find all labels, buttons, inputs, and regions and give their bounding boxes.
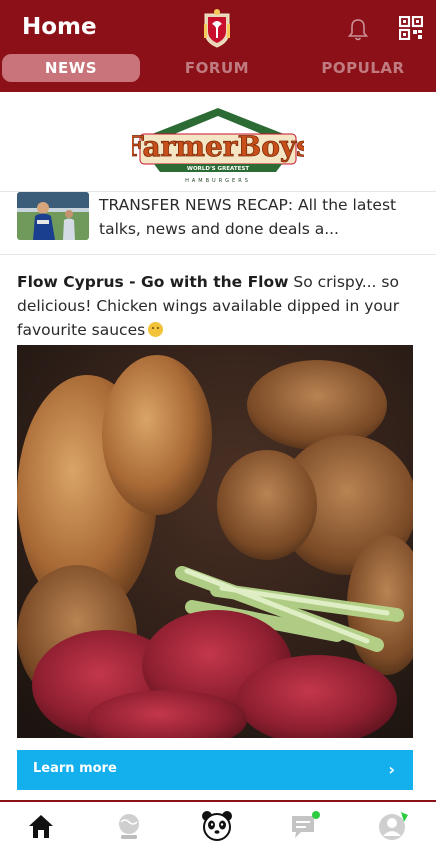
news-thumbnail (17, 192, 89, 240)
advertiser-name[interactable]: Flow Cyprus - Go with the Flow (17, 273, 288, 291)
ad-subline: HAMBURGERS (185, 178, 251, 184)
learn-more-button[interactable]: Learn more › (17, 750, 413, 790)
globe-icon[interactable] (113, 810, 145, 842)
bell-icon[interactable] (347, 17, 369, 41)
bottom-nav (0, 802, 436, 850)
divider (0, 254, 436, 255)
farmer-boys-ad-logo[interactable]: FarmerBoys WORLD'S GREATEST HAMBURGERS (132, 98, 304, 186)
ad-tagline: WORLD'S GREATEST (187, 166, 249, 172)
app-header: Home NEWS FORUM POPULAR (0, 0, 436, 92)
news-headline: TRANSFER NEWS RECAP: All the latest talk… (99, 196, 397, 238)
learn-more-label: Learn more (33, 761, 117, 776)
tab-popular[interactable]: POPULAR (294, 54, 432, 82)
sponsored-post-text: Flow Cyprus - Go with the Flow So crispy… (17, 270, 417, 342)
chevron-right-icon: › (388, 760, 395, 779)
post-image[interactable] (17, 345, 413, 738)
home-icon[interactable] (25, 810, 57, 842)
chat-icon[interactable] (289, 810, 321, 842)
feed-tabs: NEWS FORUM POPULAR (0, 54, 436, 84)
ad-brand-word: FarmerBoys (132, 130, 304, 163)
page-title: Home (22, 14, 97, 40)
panda-icon[interactable] (201, 810, 233, 842)
tab-news[interactable]: NEWS (2, 54, 140, 82)
club-crest-icon[interactable] (201, 8, 233, 48)
qr-code-icon[interactable] (399, 16, 423, 40)
tab-forum[interactable]: FORUM (148, 54, 286, 82)
smile-emoji-icon (148, 322, 164, 337)
profile-icon[interactable] (377, 810, 409, 842)
